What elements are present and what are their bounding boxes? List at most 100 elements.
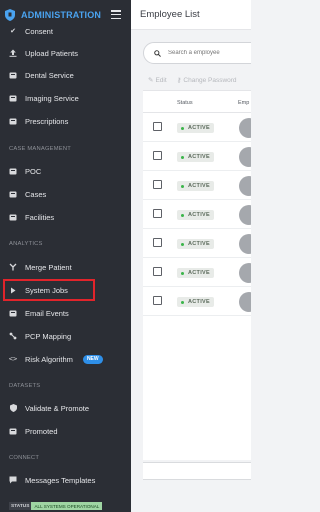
main-header: Employee List	[131, 0, 251, 30]
table-row[interactable]: ACTIVE	[143, 287, 251, 316]
sidebar-item-merge-patient[interactable]: Merge Patient	[0, 256, 131, 278]
avatar	[239, 205, 251, 225]
sidebar-item-risk-algorithm[interactable]: <> Risk Algorithm NEW	[0, 348, 131, 370]
status-badge: ALL SYSTEMS OPERATIONAL	[31, 502, 103, 510]
avatar	[239, 147, 251, 167]
status-badge: ACTIVE	[177, 123, 214, 133]
card-icon	[9, 427, 17, 435]
row-checkbox[interactable]	[153, 122, 162, 131]
message-icon	[9, 476, 17, 484]
table-row[interactable]: ACTIVE	[143, 229, 251, 258]
sidebar-item-poc[interactable]: POC	[0, 160, 131, 182]
status-text: ACTIVE	[188, 125, 210, 131]
sidebar-item-label: Consent	[25, 26, 53, 36]
section-connect: CONNECT	[9, 455, 40, 461]
status-bar: STATUS ALL SYSTEMS OPERATIONAL	[0, 500, 131, 512]
sidebar-item-validate-promote[interactable]: Validate & Promote	[0, 397, 131, 419]
section-datasets: DATASETS	[9, 383, 41, 389]
status-badge: ACTIVE	[177, 181, 214, 191]
employee-table: Status Emp ACTIVE ACTIVE ACTIVE ACTIVE A…	[143, 90, 251, 460]
column-header-employee[interactable]: Emp	[238, 100, 249, 106]
mapping-icon	[9, 332, 17, 340]
toolbar: ✎ Edit ⚷ Change Password	[148, 76, 237, 84]
highlight-box	[3, 279, 95, 301]
sidebar-item-label: Prescriptions	[25, 116, 69, 126]
table-row[interactable]: ACTIVE	[143, 171, 251, 200]
new-badge: NEW	[82, 354, 103, 364]
sidebar-item-pcp-mapping[interactable]: PCP Mapping	[0, 325, 131, 347]
sidebar-item-prescriptions[interactable]: Prescriptions	[0, 110, 131, 132]
main-content: Employee List ✎Edit ⚷Change Password Sta…	[131, 0, 251, 512]
page-title: Employee List	[140, 9, 200, 20]
search-box[interactable]	[143, 42, 251, 64]
sidebar-item-promoted[interactable]: Promoted	[0, 420, 131, 442]
sidebar-item-imaging-service[interactable]: Imaging Service	[0, 87, 131, 109]
sidebar-item-label: Imaging Service	[25, 93, 79, 103]
row-checkbox[interactable]	[153, 296, 162, 305]
status-badge: ACTIVE	[177, 152, 214, 162]
table-footer	[143, 462, 251, 480]
hamburger-menu-icon[interactable]	[111, 10, 121, 20]
sidebar-item-dental-service[interactable]: Dental Service	[0, 64, 131, 86]
check-icon: ✔	[10, 28, 16, 35]
row-checkbox[interactable]	[153, 267, 162, 276]
avatar	[239, 234, 251, 254]
status-badge: ACTIVE	[177, 268, 214, 278]
sidebar-item-label: POC	[25, 166, 42, 176]
card-icon	[9, 94, 17, 102]
card-icon	[9, 190, 17, 198]
sidebar-item-cases[interactable]: Cases	[0, 183, 131, 205]
change-password-button[interactable]: ⚷ Change Password	[177, 76, 237, 84]
section-case-management: CASE MANAGEMENT	[9, 146, 71, 152]
sidebar-item-label: Upload Patients	[25, 48, 78, 58]
row-checkbox[interactable]	[153, 209, 162, 218]
card-icon	[9, 309, 17, 317]
row-checkbox[interactable]	[153, 180, 162, 189]
sidebar-item-label: Promoted	[25, 426, 58, 436]
status-label: STATUS	[9, 502, 32, 510]
table-row[interactable]: ACTIVE	[143, 258, 251, 287]
card-icon	[9, 167, 17, 175]
status-badge: ACTIVE	[177, 210, 214, 220]
sidebar-item-facilities[interactable]: Facilities	[0, 206, 131, 228]
active-dot-icon	[181, 242, 184, 246]
active-dot-icon	[181, 300, 184, 304]
active-dot-icon	[181, 213, 184, 217]
sidebar-item-label: Cases	[25, 189, 47, 199]
card-icon	[9, 117, 17, 125]
edit-button[interactable]: ✎ Edit	[148, 76, 167, 84]
sidebar-item-email-events[interactable]: Email Events	[0, 302, 131, 324]
sidebar-item-consent[interactable]: ✔ Consent	[0, 20, 131, 42]
avatar	[239, 263, 251, 283]
table-row[interactable]: ACTIVE	[143, 113, 251, 142]
active-dot-icon	[181, 155, 184, 159]
row-checkbox[interactable]	[153, 151, 162, 160]
search-icon	[154, 49, 161, 57]
status-text: ACTIVE	[188, 212, 210, 218]
app-title: ADMINISTRATION	[21, 10, 102, 20]
active-dot-icon	[181, 271, 184, 275]
column-header-status[interactable]: Status	[177, 100, 193, 106]
sidebar: ADMINISTRATION ✔ Consent Upload Patients…	[0, 0, 131, 512]
table-row[interactable]: ACTIVE	[143, 200, 251, 229]
edit-label: Edit	[155, 77, 167, 84]
card-icon	[9, 213, 17, 221]
row-checkbox[interactable]	[153, 238, 162, 247]
table-row[interactable]: ACTIVE	[143, 142, 251, 171]
merge-icon	[9, 263, 17, 271]
search-input[interactable]	[168, 50, 251, 56]
sidebar-item-label: Risk Algorithm	[25, 354, 73, 364]
status-badge: ACTIVE	[177, 297, 214, 307]
status-text: ACTIVE	[188, 183, 210, 189]
key-icon: ⚷	[176, 77, 182, 84]
avatar	[239, 292, 251, 312]
sidebar-item-label: Merge Patient	[25, 262, 72, 272]
sidebar-item-label: Email Events	[25, 308, 69, 318]
sidebar-item-label: Validate & Promote	[25, 403, 90, 413]
change-password-label: Change Password	[183, 77, 237, 84]
avatar	[239, 118, 251, 138]
status-text: ACTIVE	[188, 299, 210, 305]
sidebar-item-upload-patients[interactable]: Upload Patients	[0, 42, 131, 64]
sidebar-item-messages-templates[interactable]: Messages Templates	[0, 469, 131, 491]
sidebar-item-label: Facilities	[25, 212, 55, 222]
